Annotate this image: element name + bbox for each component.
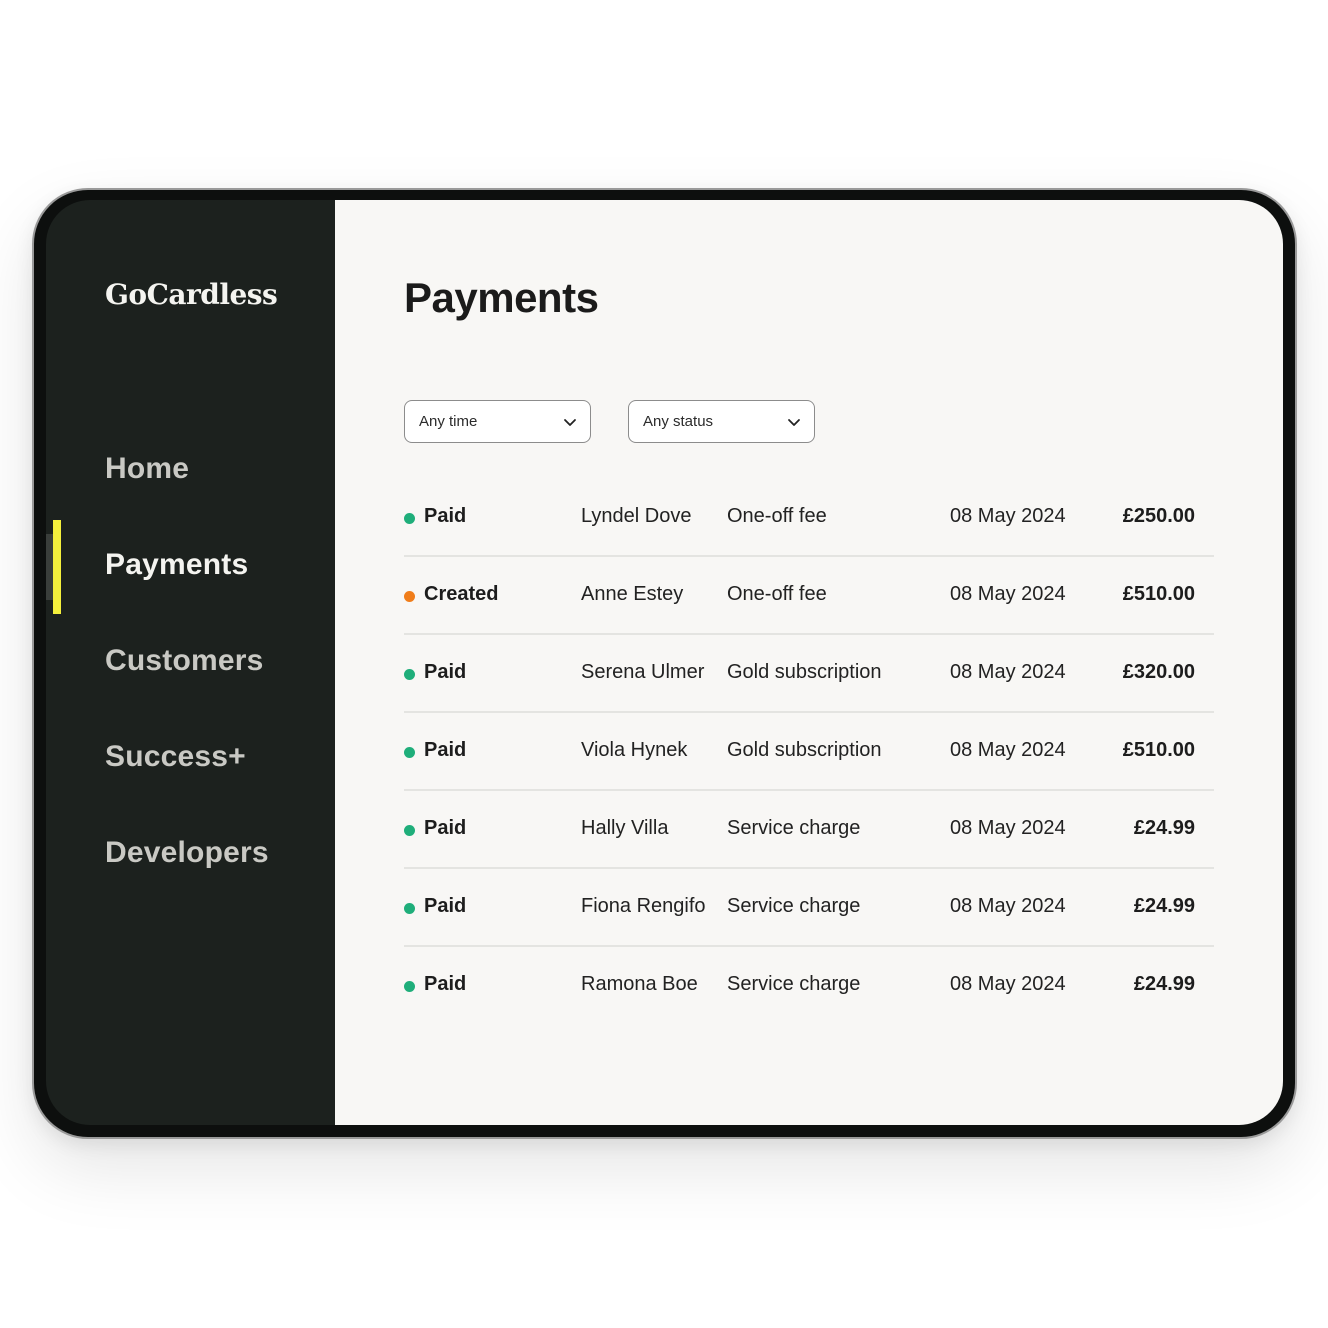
payment-status: Paid	[424, 817, 467, 839]
payment-amount: £250.00	[1122, 505, 1195, 527]
payment-date: 08 May 2024	[950, 583, 1066, 605]
payment-description: One-off fee	[727, 505, 827, 527]
payment-customer: Anne Estey	[581, 583, 684, 605]
payment-date: 08 May 2024	[950, 661, 1066, 683]
status-dot-icon	[404, 669, 415, 680]
payment-status: Paid	[424, 739, 467, 761]
payment-description: Service charge	[727, 817, 861, 839]
payment-customer: Ramona Boe	[581, 973, 698, 995]
payment-customer: Lyndel Dove	[581, 505, 692, 527]
time-filter-dropdown[interactable]: Any time	[404, 400, 591, 443]
sidebar-item-developers[interactable]: Developers	[105, 836, 269, 870]
chevron-down-icon	[788, 418, 800, 426]
status-filter-dropdown[interactable]: Any status	[628, 400, 815, 443]
payment-row[interactable]: Created Anne Estey One-off fee 08 May 2024 £…	[404, 557, 1214, 635]
payment-row[interactable]: Paid Lyndel Dove One-off fee 08 May 2024 £25…	[404, 479, 1214, 557]
payment-row[interactable]: Paid Serena Ulmer Gold subscription 08 May …	[404, 635, 1214, 713]
chevron-down-icon	[564, 418, 576, 426]
payment-status: Paid	[424, 973, 467, 995]
payment-customer: Viola Hynek	[581, 739, 688, 761]
active-nav-indicator	[53, 520, 61, 614]
status-dot-icon	[404, 903, 415, 914]
payment-date: 08 May 2024	[950, 973, 1066, 995]
status-dot-icon	[404, 513, 415, 524]
payment-date: 08 May 2024	[950, 817, 1066, 839]
page-title: Payments	[404, 274, 599, 321]
payment-amount: £24.99	[1133, 895, 1195, 917]
gocardless-logo[interactable]: GoCardless	[105, 278, 278, 311]
status-dot-icon	[404, 981, 415, 992]
payment-date: 08 May 2024	[950, 739, 1066, 761]
payment-amount: £510.00	[1122, 739, 1195, 761]
payment-description: Service charge	[727, 973, 861, 995]
sidebar-item-success-plus[interactable]: Success+	[105, 740, 246, 774]
payment-status: Paid	[424, 661, 467, 683]
payment-description: Gold subscription	[727, 739, 882, 761]
app-screen: GoCardless Home Payments Customers Succe…	[46, 200, 1283, 1125]
main-content: Payments Any time Any status Paid Lyndel …	[335, 200, 1283, 1125]
payment-row[interactable]: Paid Fiona Rengifo Service charge 08 May 20…	[404, 869, 1214, 947]
payment-row[interactable]: Paid Viola Hynek Gold subscription 08 May 2…	[404, 713, 1214, 791]
status-dot-icon	[404, 591, 415, 602]
payment-amount: £320.00	[1122, 661, 1195, 683]
payment-row[interactable]: Paid Hally Villa Service charge 08 May 2024…	[404, 791, 1214, 869]
nav-indicator-track	[46, 534, 53, 600]
sidebar: GoCardless Home Payments Customers Succe…	[46, 200, 335, 1125]
payment-description: Gold subscription	[727, 661, 882, 683]
status-filter-value: Any status	[643, 413, 714, 430]
payment-row[interactable]: Paid Ramona Boe Service charge 08 May 2024 £…	[404, 947, 1214, 1023]
payment-amount: £24.99	[1133, 973, 1195, 995]
payment-date: 08 May 2024	[950, 505, 1066, 527]
payment-customer: Serena Ulmer	[581, 661, 705, 683]
time-filter-value: Any time	[419, 413, 478, 430]
payment-status: Paid	[424, 895, 467, 917]
payment-date: 08 May 2024	[950, 895, 1066, 917]
payment-customer: Hally Villa	[581, 817, 669, 839]
payment-description: One-off fee	[727, 583, 827, 605]
payment-amount: £510.00	[1122, 583, 1195, 605]
payment-description: Service charge	[727, 895, 861, 917]
payments-table: Paid Lyndel Dove One-off fee 08 May 2024 £25…	[404, 479, 1214, 1023]
tablet-frame: GoCardless Home Payments Customers Succe…	[32, 188, 1297, 1139]
payment-status: Paid	[424, 505, 467, 527]
payment-customer: Fiona Rengifo	[581, 895, 706, 917]
sidebar-item-payments[interactable]: Payments	[105, 548, 248, 582]
status-dot-icon	[404, 747, 415, 758]
payment-status: Created	[424, 583, 499, 605]
payment-amount: £24.99	[1133, 817, 1195, 839]
sidebar-item-customers[interactable]: Customers	[105, 644, 264, 678]
sidebar-item-home[interactable]: Home	[105, 452, 189, 486]
status-dot-icon	[404, 825, 415, 836]
